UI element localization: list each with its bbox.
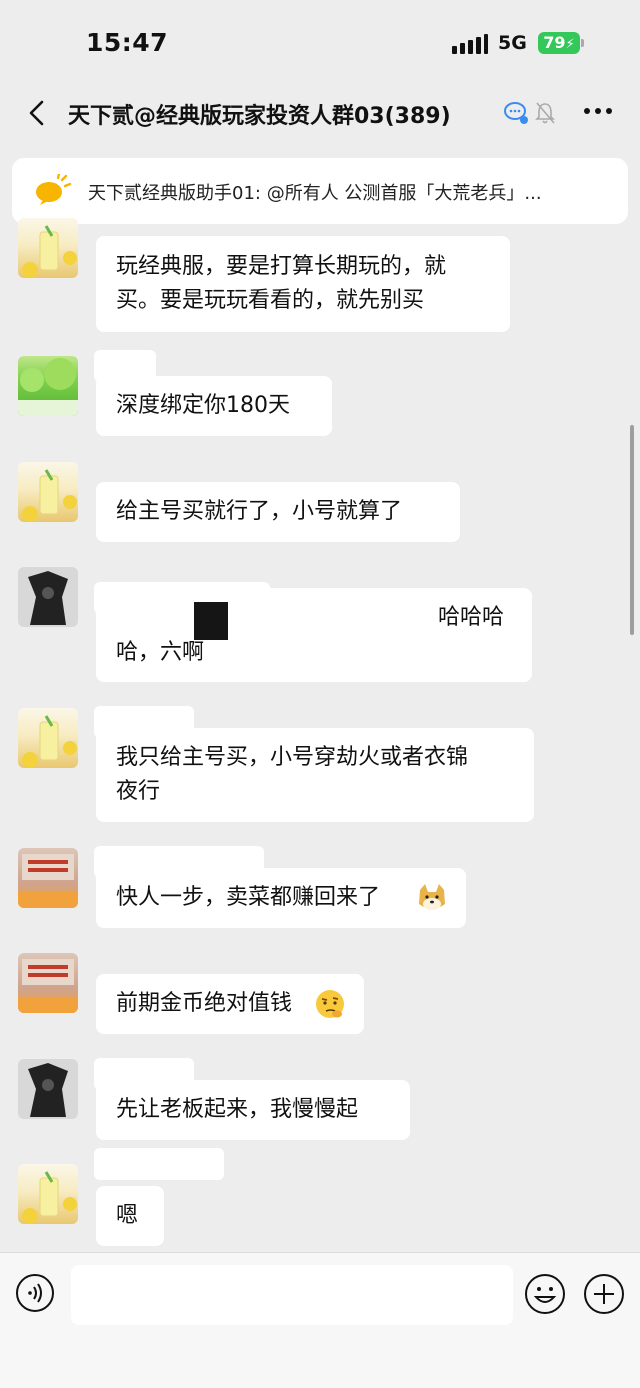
group-chat-badge-icon: [504, 102, 528, 124]
chat-header: 天下贰@经典版玩家投资人群03(389): [0, 88, 640, 138]
battery-tip: [581, 39, 584, 47]
message-bubble[interactable]: 我只给主号买，小号穿劫火或者衣锦 夜行: [96, 728, 534, 822]
message-bubble[interactable]: 深度绑定你180天: [96, 376, 332, 436]
message-bubble[interactable]: 给主号买就行了，小号就算了: [96, 482, 460, 542]
megaphone-icon: [36, 174, 72, 205]
lemon-drink-avatar[interactable]: [18, 708, 78, 768]
lemon-drink-avatar[interactable]: [18, 1164, 78, 1224]
more-options-icon[interactable]: [582, 106, 614, 116]
message-input[interactable]: [71, 1265, 513, 1325]
thinking-emoji: [316, 990, 344, 1018]
redacted-nickname: [94, 1148, 224, 1180]
shop-sign-image: [18, 854, 78, 908]
emoji-icon[interactable]: [524, 1273, 566, 1315]
message-bubble[interactable]: 前期金币绝对值钱: [96, 974, 364, 1034]
message-bubble[interactable]: 快人一步，卖菜都赚回来了: [96, 868, 466, 928]
battery-level: 79: [543, 33, 566, 52]
scrollbar[interactable]: [630, 425, 634, 635]
message-text-line: 给主号买就行了，小号就算了: [116, 499, 403, 524]
shop-sign-avatar[interactable]: [18, 848, 78, 908]
dark-figure-image: [28, 1063, 68, 1117]
message-text-line: 嗯: [116, 1203, 139, 1228]
dark-figure-avatar[interactable]: [18, 1059, 78, 1119]
message-text-line: 玩经典服，要是打算长期玩的，就: [116, 254, 447, 279]
shop-sign-image: [18, 959, 78, 1013]
voice-input-icon[interactable]: [15, 1273, 55, 1313]
message-text-line: 我只给主号买，小号穿劫火或者衣锦: [116, 745, 469, 770]
back-arrow-icon[interactable]: [22, 96, 56, 130]
lemon-drink-image: [22, 715, 77, 768]
status-bar: 15:47 5G 79⚡: [0, 0, 640, 88]
group-notice-bar[interactable]: 天下贰经典版助手01: @所有人 公测首服「大荒老兵」...: [12, 158, 628, 224]
message-bubble[interactable]: 哈哈哈 哈，六啊: [96, 588, 532, 682]
redacted-block: [194, 602, 228, 640]
dark-figure-image: [28, 571, 68, 625]
forest-avatar[interactable]: [18, 356, 78, 416]
message-text-line: 深度绑定你180天: [116, 393, 290, 418]
doge-emoji: [419, 884, 445, 910]
lemon-drink-image: [22, 469, 77, 522]
shop-sign-avatar[interactable]: [18, 953, 78, 1013]
message-bubble[interactable]: 先让老板起来，我慢慢起: [96, 1080, 410, 1140]
charging-icon: ⚡: [565, 37, 575, 52]
message-text-line: 夜行: [116, 779, 161, 804]
lemon-drink-image: [22, 225, 77, 278]
input-bar: [0, 1252, 640, 1388]
network-type: 5G: [498, 32, 527, 54]
message-text-line: 先让老板起来，我慢慢起: [116, 1097, 359, 1122]
dark-figure-avatar[interactable]: [18, 567, 78, 627]
plus-icon[interactable]: [583, 1273, 625, 1315]
message-text-line: 前期金币绝对值钱: [116, 991, 293, 1016]
mute-bell-icon: [535, 102, 555, 124]
redacted-text-mask: [104, 610, 354, 634]
message-text-line: 哈哈哈: [438, 605, 505, 630]
status-time: 15:47: [86, 28, 169, 57]
lemon-drink-avatar[interactable]: [18, 218, 78, 278]
message-bubble[interactable]: 嗯: [96, 1186, 164, 1246]
message-text-line: 快人一步，卖菜都赚回来了: [116, 885, 381, 910]
lemon-drink-avatar[interactable]: [18, 462, 78, 522]
message-text-line: 买。要是玩玩看看的，就先别买: [116, 288, 425, 313]
group-notice-text: 天下贰经典版助手01: @所有人 公测首服「大荒老兵」...: [88, 183, 542, 204]
battery-indicator: 79⚡: [538, 32, 580, 54]
message-text-line: 哈，六啊: [116, 640, 205, 665]
message-bubble[interactable]: 玩经典服，要是打算长期玩的，就 买。要是玩玩看看的，就先别买: [96, 236, 510, 332]
signal-icon: [452, 34, 488, 54]
lemon-drink-image: [22, 1171, 77, 1224]
forest-image: [18, 358, 78, 416]
chat-title: 天下贰@经典版玩家投资人群03(389): [68, 104, 451, 129]
